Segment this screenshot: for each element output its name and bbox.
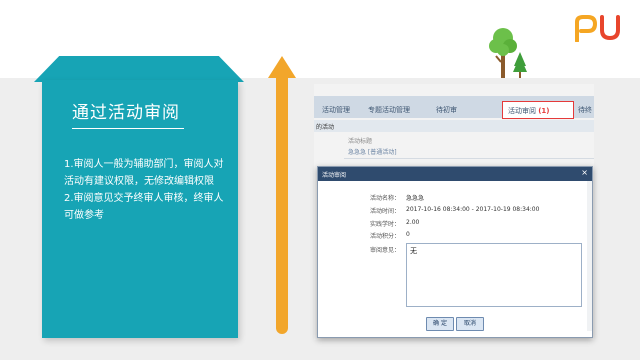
field-label-time: 活动时间： — [369, 208, 400, 215]
dialog-header: 活动审阅 × — [318, 167, 592, 181]
dialog-title: 活动审阅 — [322, 172, 347, 179]
card-ribbon — [34, 56, 244, 82]
opinion-label: 审阅意见： — [369, 247, 400, 254]
title-underline — [72, 128, 184, 129]
field-value-time: 2017-10-16 08:34:00 - 2017-10-19 08:34:0… — [406, 206, 540, 213]
confirm-button[interactable]: 确 定 — [426, 317, 454, 331]
nav-item-topic-manage[interactable]: 专题活动管理 — [368, 105, 410, 115]
nav-item-activity-manage[interactable]: 活动管理 — [322, 105, 350, 115]
card-line: 2.审阅意见交予终审人审核，终审人 — [64, 193, 224, 204]
sub-tab[interactable]: 的活动 — [316, 122, 334, 131]
field-label-hours: 实践学时： — [369, 221, 400, 228]
field-label-points: 活动积分： — [369, 233, 400, 240]
row-divider — [344, 158, 594, 159]
pu-logo — [574, 14, 624, 46]
opinion-textarea[interactable]: 无 — [406, 243, 582, 307]
card-description: 1.审阅人一般为辅助部门，审阅人对 活动有建议权限，无修改编辑权限 2.审阅意见… — [64, 156, 234, 224]
nav-item-review[interactable]: 活动审阅 (1) — [508, 106, 550, 116]
field-value-hours: 2.00 — [406, 219, 420, 226]
card-title: 通过活动审阅 — [72, 103, 180, 123]
activity-row-link[interactable]: 急急急 [普通活动] — [348, 147, 397, 156]
sub-tab-bar — [314, 120, 594, 132]
cancel-button[interactable]: 取消 — [456, 317, 484, 331]
card-line: 可做参考 — [64, 210, 104, 221]
up-arrow-head — [268, 56, 296, 78]
review-dialog: 活动审阅 × 活动名称： 急急急 活动时间： 2017-10-16 08:34:… — [317, 166, 593, 338]
review-count-badge: (1) — [538, 107, 550, 115]
field-value-name: 急急急 — [406, 195, 425, 202]
column-header-title: 活动标题 — [348, 138, 373, 145]
dialog-scrollbar[interactable] — [587, 181, 592, 331]
field-value-points: 0 — [406, 231, 410, 238]
nav-item-first-review[interactable]: 待初审 — [436, 105, 457, 115]
nav-item-final-review[interactable]: 待终 — [578, 105, 592, 115]
field-label-name: 活动名称： — [369, 195, 400, 202]
tree-illustration — [487, 24, 533, 84]
card-line: 1.审阅人一般为辅助部门，审阅人对 — [64, 159, 224, 170]
info-card: 通过活动审阅 1.审阅人一般为辅助部门，审阅人对 活动有建议权限，无修改编辑权限… — [42, 80, 238, 338]
close-icon[interactable]: × — [581, 168, 588, 177]
up-arrow-shaft — [276, 76, 288, 334]
card-line: 活动有建议权限，无修改编辑权限 — [64, 176, 214, 187]
